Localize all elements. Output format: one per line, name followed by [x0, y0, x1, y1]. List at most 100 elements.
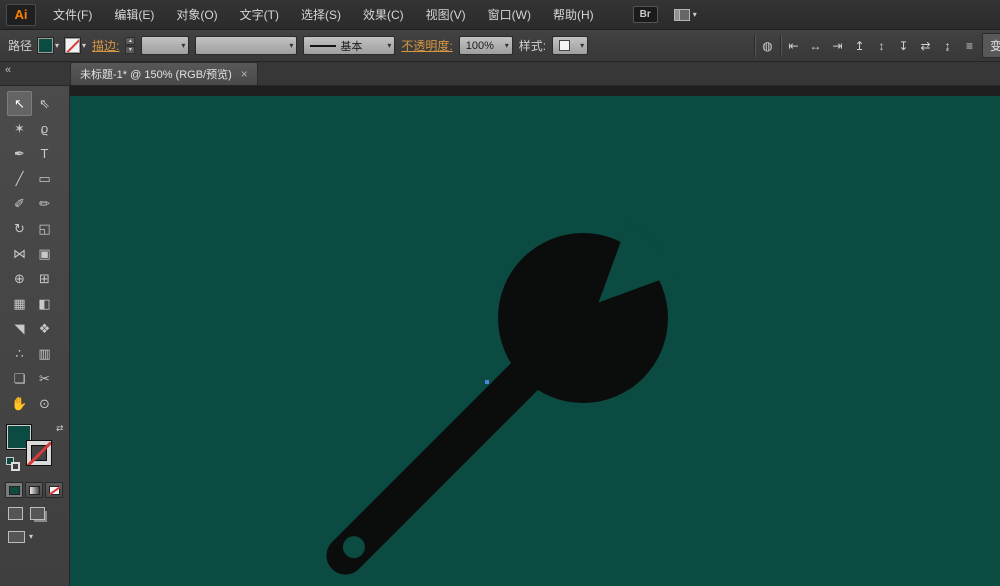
width-profile-dropdown[interactable]: ▾	[195, 36, 297, 55]
slice-tool[interactable]: ✂	[32, 366, 57, 391]
document-tab[interactable]: 未标题-1* @ 150% (RGB/预览) ×	[70, 62, 258, 85]
direct-selection-tool[interactable]: ⇖	[32, 91, 57, 116]
color-chip	[9, 486, 20, 495]
fill-color-swatch	[38, 38, 53, 53]
artboard-tool[interactable]: ❏	[7, 366, 32, 391]
align-top-icon[interactable]: ↥	[850, 36, 869, 56]
caret-down-icon: ▾	[580, 42, 584, 50]
color-button[interactable]	[5, 482, 23, 498]
anchor-point[interactable]	[485, 380, 489, 384]
eyedropper-tool[interactable]: ◥	[7, 316, 32, 341]
stepper-up-icon[interactable]: ▲	[125, 37, 135, 45]
menu-item[interactable]: 窗口(W)	[477, 0, 542, 29]
menu-item[interactable]: 视图(V)	[415, 0, 477, 29]
control-bar: 路径 ▾ ▾ 描边: ▲ ▼ ▾ ▾ 基本 ▾ 不透明度: 100%	[0, 30, 1000, 62]
draw-mode-row	[8, 507, 69, 520]
draw-behind-button[interactable]	[30, 507, 45, 520]
paintbrush-tool[interactable]: ✐	[7, 191, 32, 216]
menu-item[interactable]: 效果(C)	[352, 0, 415, 29]
perspective-grid-tool[interactable]: ⊞	[32, 266, 57, 291]
menu-item[interactable]: 选择(S)	[290, 0, 352, 29]
free-transform-tool[interactable]: ▣	[32, 241, 57, 266]
hand-tool[interactable]: ✋	[7, 391, 32, 416]
opacity-dropdown[interactable]: 100% ▾	[459, 36, 513, 55]
draw-normal-button[interactable]	[8, 507, 23, 520]
collapse-tools-button[interactable]: «	[0, 62, 70, 76]
zoom-tool[interactable]: ⊙	[32, 391, 57, 416]
magic-wand-tool[interactable]: ✶	[7, 116, 32, 141]
tab-bar: « 未标题-1* @ 150% (RGB/预览) ×	[0, 62, 1000, 86]
caret-down-icon: ▾	[181, 42, 185, 50]
tool-grid: ↖⇖✶ϱ✒T╱▭✐✏↻◱⋈▣⊕⊞▦◧◥❖∴▥❏✂✋⊙	[7, 91, 69, 416]
align-right-icon[interactable]: ⇥	[828, 36, 847, 56]
rectangle-tool[interactable]: ▭	[32, 166, 57, 191]
align-left-icon[interactable]: ⇤	[784, 36, 803, 56]
stroke-none-swatch	[65, 38, 80, 53]
fill-stroke-widget: ⇄	[4, 424, 68, 474]
caret-down-icon: ▾	[693, 11, 697, 19]
stroke-panel-link[interactable]: 描边:	[92, 37, 119, 54]
distribute-horizontal-icon[interactable]: ⇄	[916, 36, 935, 56]
workspace-switcher[interactable]: ▾	[674, 9, 697, 21]
symbol-sprayer-tool[interactable]: ∴	[7, 341, 32, 366]
blend-tool[interactable]: ❖	[32, 316, 57, 341]
stroke-width-dropdown[interactable]: ▾	[141, 36, 189, 55]
close-tab-icon[interactable]: ×	[241, 68, 248, 80]
mesh-tool[interactable]: ▦	[7, 291, 32, 316]
menu-item[interactable]: 编辑(E)	[103, 0, 165, 29]
gradient-button[interactable]	[25, 482, 43, 498]
wrench-artwork[interactable]	[70, 86, 1000, 586]
workspace-grid-icon	[674, 9, 690, 21]
opacity-value: 100%	[466, 40, 494, 52]
align-horizontal-center-icon[interactable]: ↔	[806, 36, 825, 56]
context-label: 路径	[8, 37, 32, 54]
swap-fill-stroke-icon[interactable]: ⇄	[56, 423, 64, 434]
pen-tool[interactable]: ✒	[7, 141, 32, 166]
shape-builder-tool[interactable]: ⊕	[7, 266, 32, 291]
column-graph-tool[interactable]: ▥	[32, 341, 57, 366]
divider	[780, 35, 781, 57]
opacity-panel-link[interactable]: 不透明度:	[401, 37, 452, 54]
caret-down-icon: ▾	[82, 42, 86, 50]
document-tab-title: 未标题-1* @ 150% (RGB/预览)	[80, 66, 232, 82]
rotate-tool[interactable]: ↻	[7, 216, 32, 241]
menu-item[interactable]: 文字(T)	[229, 0, 290, 29]
default-stroke-chip	[11, 462, 20, 471]
canvas-region[interactable]	[70, 86, 1000, 586]
none-button[interactable]	[45, 482, 63, 498]
line-segment-tool[interactable]: ╱	[7, 166, 32, 191]
align-vertical-center-icon[interactable]: ↕	[872, 36, 891, 56]
align-icons: ⇤↔⇥↥↕↧⇄↨≡	[784, 36, 979, 56]
menu-item[interactable]: 文件(F)	[42, 0, 103, 29]
caret-down-icon: ▾	[387, 42, 391, 50]
pencil-tool[interactable]: ✏	[32, 191, 57, 216]
screen-mode-button[interactable]: ▾	[8, 531, 69, 543]
stroke-width-stepper[interactable]: ▲ ▼	[125, 37, 135, 54]
distribute-vertical-icon[interactable]: ↨	[938, 36, 957, 56]
stroke-swatch[interactable]	[26, 440, 52, 466]
gradient-tool[interactable]: ◧	[32, 291, 57, 316]
bridge-button[interactable]: Br	[633, 6, 658, 23]
width-tool[interactable]: ⋈	[7, 241, 32, 266]
lasso-tool[interactable]: ϱ	[32, 116, 57, 141]
control-bar-right: ◍ ⇤↔⇥↥↕↧⇄↨≡ 变	[754, 33, 1000, 58]
stepper-down-icon[interactable]: ▼	[125, 46, 135, 54]
default-fill-stroke-icon[interactable]	[6, 457, 21, 472]
caret-down-icon: ▾	[289, 42, 293, 50]
transform-panel-tab[interactable]: 变	[982, 33, 1000, 58]
brush-definition-dropdown[interactable]: 基本 ▾	[303, 36, 395, 55]
brush-definition-value: 基本	[340, 38, 362, 54]
more-options-icon[interactable]: ≡	[960, 36, 979, 56]
selection-tool[interactable]: ↖	[7, 91, 32, 116]
fill-color-well[interactable]: ▾	[38, 38, 59, 53]
menu-item[interactable]: 帮助(H)	[542, 0, 605, 29]
align-bottom-icon[interactable]: ↧	[894, 36, 913, 56]
gradient-chip	[29, 486, 40, 495]
menu-item[interactable]: 对象(O)	[165, 0, 228, 29]
document-setup-globe-icon[interactable]: ◍	[758, 36, 777, 56]
scale-tool[interactable]: ◱	[32, 216, 57, 241]
caret-down-icon: ▾	[505, 42, 509, 50]
type-tool[interactable]: T	[32, 141, 57, 166]
graphic-style-dropdown[interactable]: ▾	[552, 36, 588, 55]
stroke-color-well[interactable]: ▾	[65, 38, 86, 53]
